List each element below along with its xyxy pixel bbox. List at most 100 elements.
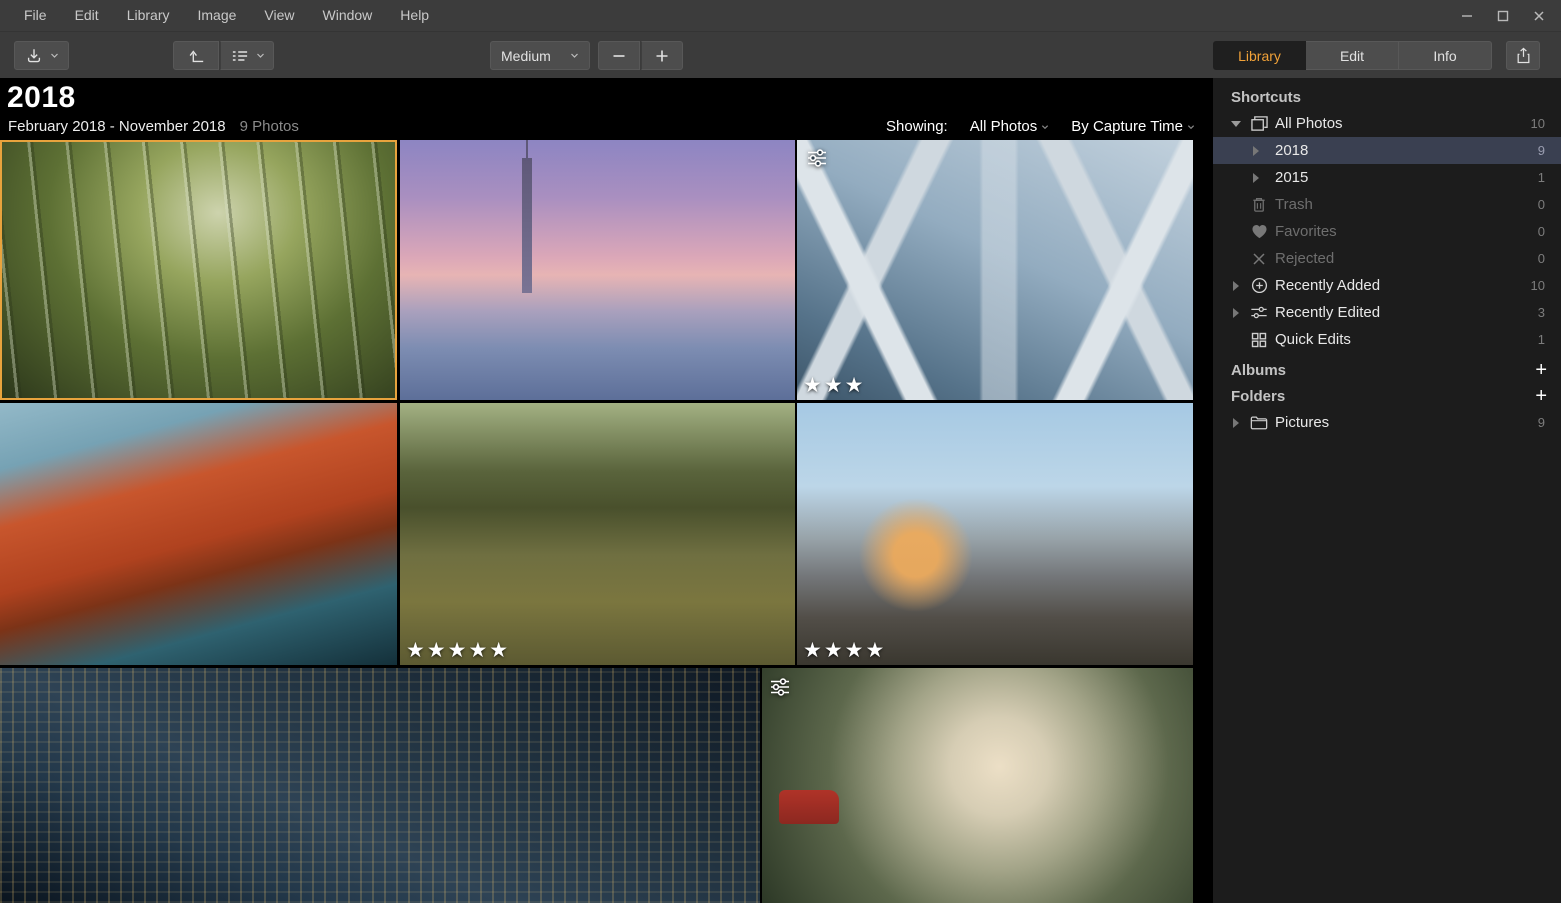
edited-sliders-icon bbox=[768, 676, 792, 703]
sort-value: By Capture Time bbox=[1071, 118, 1183, 135]
albums-header: Albums + bbox=[1213, 357, 1561, 383]
showing-label: Showing: bbox=[886, 118, 948, 135]
sidebar-item-label: Trash bbox=[1275, 196, 1313, 213]
photo-thumbnail-hong-kong-night[interactable] bbox=[0, 668, 760, 903]
tab-edit[interactable]: Edit bbox=[1306, 41, 1399, 70]
sidebar-item-all-photos[interactable]: All Photos 10 bbox=[1213, 110, 1561, 137]
chevron-down-icon bbox=[256, 51, 265, 60]
group-list-button[interactable] bbox=[220, 41, 274, 70]
zoom-in-button[interactable] bbox=[641, 41, 683, 70]
photo-thumbnail-bamboo-forest[interactable] bbox=[0, 140, 397, 400]
list-icon bbox=[230, 48, 250, 64]
item-count: 0 bbox=[1538, 224, 1545, 239]
item-count: 0 bbox=[1538, 197, 1545, 212]
view-tabs: Library Edit Info bbox=[1213, 41, 1492, 70]
menu-view[interactable]: View bbox=[250, 0, 308, 31]
import-button[interactable] bbox=[14, 41, 69, 70]
tab-info[interactable]: Info bbox=[1399, 41, 1492, 70]
photo-thumbnail-kimono-overlook[interactable]: ★★★★ bbox=[797, 403, 1193, 665]
menu-library[interactable]: Library bbox=[113, 0, 184, 31]
minimize-icon[interactable] bbox=[1453, 3, 1481, 29]
toolbar: Medium Library Edit Info bbox=[0, 31, 1561, 78]
photo-thumbnail-glass-skyscraper[interactable]: ★★★ bbox=[797, 140, 1193, 400]
thumbnail-size-value: Medium bbox=[501, 48, 551, 64]
date-range: February 2018 - November 2018 bbox=[8, 118, 226, 135]
photo-count: 9 Photos bbox=[240, 118, 299, 135]
star-rating: ★★★ bbox=[803, 375, 865, 396]
menu-window[interactable]: Window bbox=[309, 0, 387, 31]
minus-icon bbox=[611, 48, 627, 64]
sidebar-item-label: Recently Added bbox=[1275, 277, 1380, 294]
sidebar-item-quick-edits[interactable]: Quick Edits 1 bbox=[1213, 326, 1561, 353]
item-count: 9 bbox=[1538, 143, 1545, 158]
sidebar-item-label: Recently Edited bbox=[1275, 304, 1380, 321]
import-download-icon bbox=[25, 47, 43, 65]
sidebar-item-favorites[interactable]: Favorites 0 bbox=[1213, 218, 1561, 245]
chevron-down-icon bbox=[50, 51, 59, 60]
item-count: 9 bbox=[1538, 415, 1545, 430]
sidebar-item-label: 2015 bbox=[1275, 169, 1308, 186]
window-controls bbox=[1453, 0, 1553, 31]
share-button[interactable] bbox=[1506, 41, 1540, 70]
sidebar-item-2018[interactable]: 2018 9 bbox=[1213, 137, 1561, 164]
go-up-button[interactable] bbox=[173, 41, 219, 70]
sidebar-item-pictures[interactable]: Pictures 9 bbox=[1213, 409, 1561, 436]
sidebar-item-label: Favorites bbox=[1275, 223, 1337, 240]
sidebar-item-2015[interactable]: 2015 1 bbox=[1213, 164, 1561, 191]
disclosure-right-icon[interactable] bbox=[1253, 146, 1259, 156]
sort-dropdown[interactable]: By Capture Time bbox=[1071, 118, 1195, 135]
library-main-area: 2018 February 2018 - November 2018 9 Pho… bbox=[0, 78, 1213, 903]
tab-library[interactable]: Library bbox=[1213, 41, 1306, 70]
sidebar-item-label: 2018 bbox=[1275, 142, 1308, 159]
shortcuts-header-label: Shortcuts bbox=[1231, 89, 1301, 106]
item-count: 3 bbox=[1538, 305, 1545, 320]
item-count: 0 bbox=[1538, 251, 1545, 266]
sidebar-item-trash[interactable]: Trash 0 bbox=[1213, 191, 1561, 218]
disclosure-right-icon[interactable] bbox=[1253, 173, 1259, 183]
disclosure-right-icon[interactable] bbox=[1233, 281, 1239, 291]
edited-sliders-icon bbox=[805, 147, 829, 174]
photo-thumbnail-couple-road[interactable] bbox=[762, 668, 1193, 903]
x-icon bbox=[1249, 252, 1269, 266]
folders-header: Folders + bbox=[1213, 383, 1561, 409]
folders-header-label: Folders bbox=[1231, 388, 1285, 405]
maximize-icon[interactable] bbox=[1489, 3, 1517, 29]
menu-edit[interactable]: Edit bbox=[61, 0, 113, 31]
grid-icon bbox=[1249, 332, 1269, 348]
item-count: 1 bbox=[1538, 170, 1545, 185]
photo-thumbnail-red-pagoda[interactable] bbox=[0, 403, 397, 665]
item-count: 1 bbox=[1538, 332, 1545, 347]
disclosure-down-icon[interactable] bbox=[1231, 121, 1241, 127]
skytree-silhouette bbox=[522, 158, 532, 293]
menubar: File Edit Library Image View Window Help bbox=[0, 0, 1561, 31]
item-count: 10 bbox=[1531, 116, 1545, 131]
disclosure-right-icon[interactable] bbox=[1233, 418, 1239, 428]
disclosure-right-icon[interactable] bbox=[1233, 308, 1239, 318]
sidebar-item-rejected[interactable]: Rejected 0 bbox=[1213, 245, 1561, 272]
filter-value: All Photos bbox=[970, 118, 1038, 135]
filter-dropdown[interactable]: All Photos bbox=[970, 118, 1050, 135]
sidebar-item-recently-added[interactable]: Recently Added 10 bbox=[1213, 272, 1561, 299]
item-count: 10 bbox=[1531, 278, 1545, 293]
photo-thumbnail-tokyo-skyline[interactable] bbox=[400, 140, 795, 400]
sidebar-item-label: Rejected bbox=[1275, 250, 1334, 267]
menu-file[interactable]: File bbox=[10, 0, 61, 31]
menu-help[interactable]: Help bbox=[386, 0, 443, 31]
red-car bbox=[779, 790, 839, 824]
sidebar-item-label: Pictures bbox=[1275, 414, 1329, 431]
share-icon bbox=[1515, 47, 1532, 65]
plus-circle-icon bbox=[1249, 277, 1269, 294]
menu-image[interactable]: Image bbox=[183, 0, 250, 31]
albums-header-label: Albums bbox=[1231, 362, 1286, 379]
plus-icon bbox=[654, 48, 670, 64]
zoom-out-button[interactable] bbox=[598, 41, 640, 70]
up-arrow-icon bbox=[186, 47, 206, 65]
close-icon[interactable] bbox=[1525, 3, 1553, 29]
thumbnail-size-dropdown[interactable]: Medium bbox=[490, 41, 590, 70]
add-album-button[interactable]: + bbox=[1535, 360, 1547, 380]
sidebar-item-recently-edited[interactable]: Recently Edited 3 bbox=[1213, 299, 1561, 326]
sidebar-item-label: Quick Edits bbox=[1275, 331, 1351, 348]
photo-thumbnail-deer[interactable]: ★★★★★ bbox=[400, 403, 795, 665]
add-folder-button[interactable]: + bbox=[1535, 386, 1547, 406]
folder-icon bbox=[1249, 415, 1269, 430]
